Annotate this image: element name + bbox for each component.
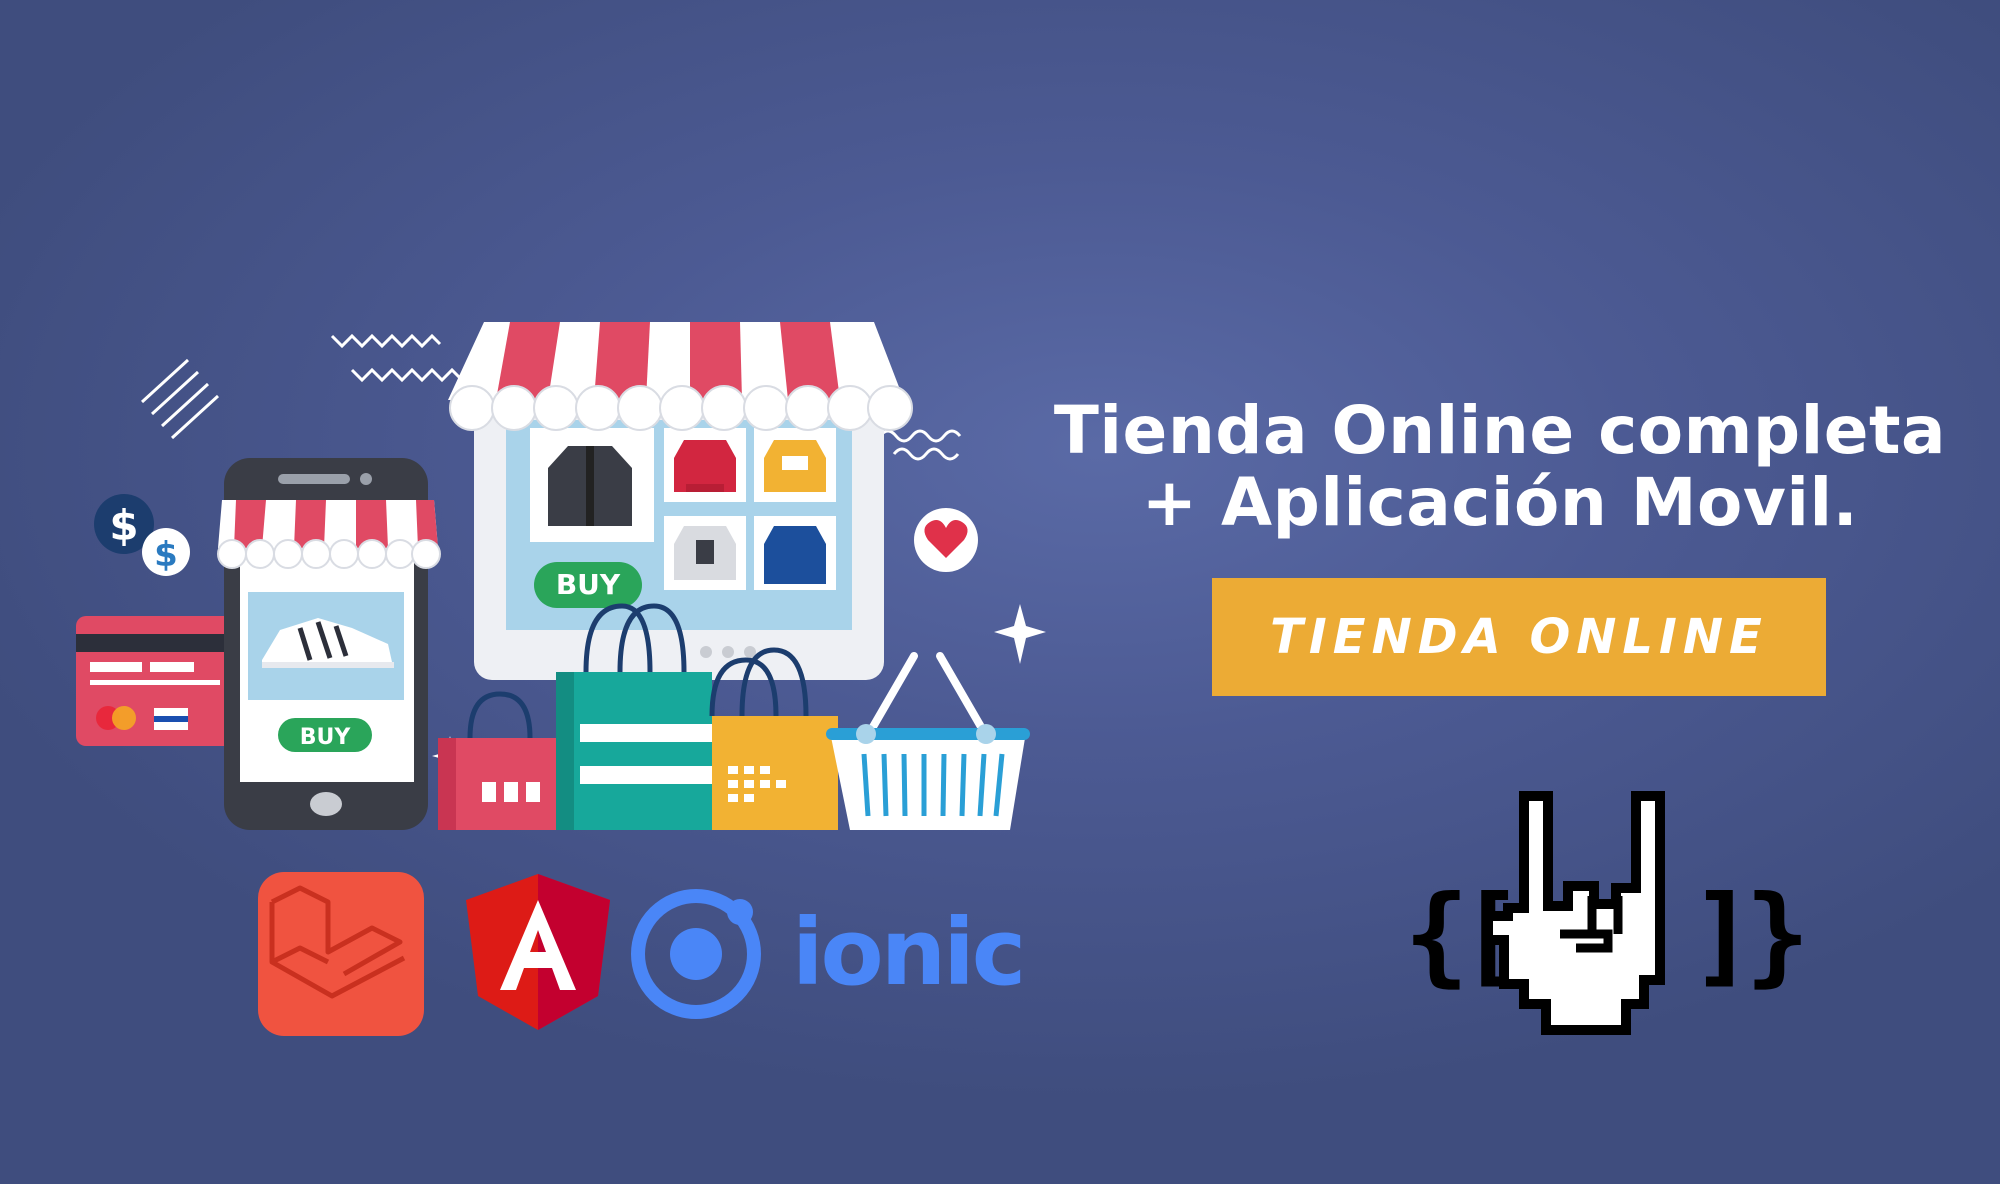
coat-icon [764, 526, 826, 584]
decor-zigzag-top [330, 333, 462, 383]
laravel-logo-icon [258, 872, 424, 1036]
sweater-icon [764, 440, 826, 492]
svg-text:$: $ [154, 535, 178, 575]
brand-right-braces: ]} [1690, 873, 1801, 998]
heart-icon [914, 508, 978, 572]
svg-text:BUY: BUY [556, 568, 621, 601]
banner: $ $ BUY BUY ionic {[]} Tienda Online co… [0, 0, 2000, 1184]
store-buy-button[interactable]: BUY [534, 562, 642, 608]
svg-text:BUY: BUY [300, 725, 352, 750]
credit-card-icon [76, 616, 246, 746]
decor-wave-right [878, 429, 962, 461]
dollar-coin-icon: $ $ [94, 494, 190, 576]
svg-text:$: $ [109, 501, 138, 550]
brand-emblem: {[ ]} [1404, 791, 1811, 1035]
tienda-online-button[interactable]: TIENDA ONLINE [1212, 578, 1826, 696]
ionic-wordmark: ionic [792, 899, 1023, 1006]
basket-icon [826, 652, 1030, 830]
decor-slash-lines [140, 358, 220, 440]
headline-line-1: Tienda Online completa [1053, 392, 1947, 469]
ionic-logo-icon [631, 889, 761, 1019]
headline-line-2: + Aplicación Movil. [1141, 464, 1859, 541]
shirt-icon [674, 526, 736, 580]
hoodie-icon [674, 440, 736, 492]
phone-illustration [217, 458, 441, 830]
angular-logo-icon [466, 874, 610, 1030]
phone-buy-button[interactable]: BUY [278, 718, 372, 752]
jacket-icon [548, 446, 632, 526]
